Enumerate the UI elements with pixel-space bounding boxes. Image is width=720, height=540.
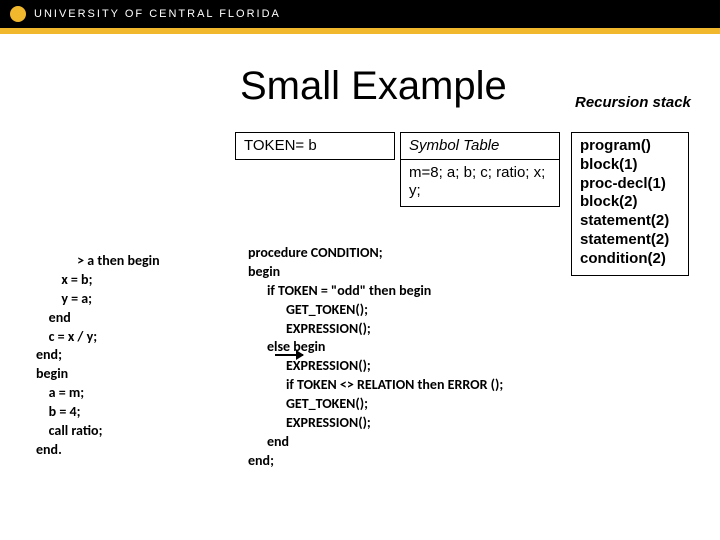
symbol-table-header: Symbol Table (400, 132, 560, 160)
brand-bar: UNIVERSITY OF CENTRAL FLORIDA (0, 0, 720, 28)
stack-item: block(1) (580, 156, 680, 175)
token-box: TOKEN= b (235, 132, 395, 160)
pointer-arrow-icon (275, 354, 303, 356)
stack-item: block(2) (580, 193, 680, 212)
stack-item: program() (580, 137, 680, 156)
stack-item: statement(2) (580, 212, 680, 231)
symbol-table-title: Symbol Table (409, 137, 499, 154)
stack-item: statement(2) (580, 231, 680, 250)
symbol-table-body: m=8; a; b; c; ratio; x; y; (400, 159, 560, 207)
recursion-stack-label: Recursion stack (575, 94, 691, 111)
stack-item: proc-decl(1) (580, 175, 680, 194)
source-code-left: > a then begin x = b; y = a; end c = x /… (36, 252, 160, 460)
ucf-logo-icon (10, 6, 26, 22)
source-code-right: procedure CONDITION; begin if TOKEN = "o… (248, 244, 503, 471)
brand-name: UNIVERSITY OF CENTRAL FLORIDA (34, 8, 281, 20)
recursion-stack-box: program() block(1) proc-decl(1) block(2)… (571, 132, 689, 276)
token-value: TOKEN= b (244, 137, 317, 154)
symbol-table-content: m=8; a; b; c; ratio; x; y; (409, 164, 545, 199)
stack-item: condition(2) (580, 250, 680, 269)
slide-content: Small Example Recursion stack TOKEN= b S… (0, 34, 720, 540)
slide-title: Small Example (240, 64, 507, 109)
